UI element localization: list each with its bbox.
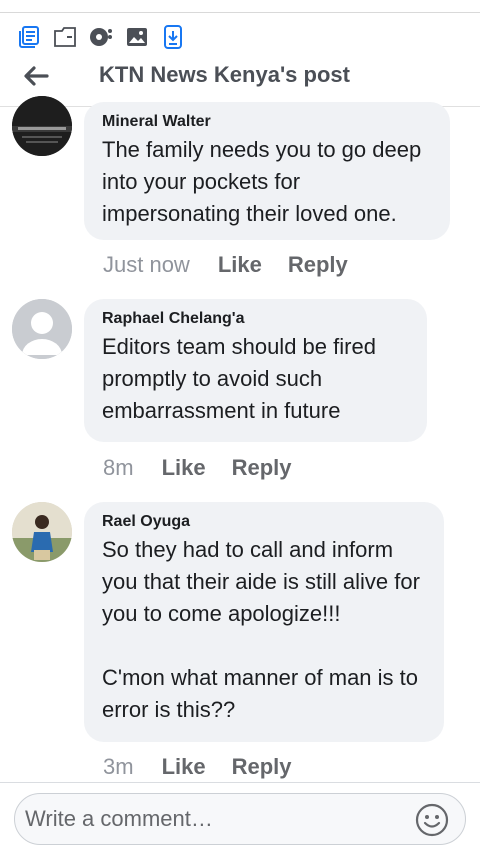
back-button[interactable] <box>16 60 56 92</box>
avatar[interactable] <box>12 96 72 156</box>
reply-button[interactable]: Reply <box>232 754 292 779</box>
comment-input-placeholder: Write a comment… <box>25 806 213 831</box>
comment-composer: Write a comment… <box>0 782 480 855</box>
comment-text: So they had to call and inform you that … <box>102 537 420 722</box>
comment-text: Editors team should be fired promptly to… <box>102 334 376 423</box>
comment-bubble: Mineral Walter The family needs you to g… <box>84 102 450 240</box>
download-icon[interactable] <box>161 25 185 49</box>
like-button[interactable]: Like <box>218 252 262 277</box>
comment-timestamp: 8m <box>103 455 134 480</box>
reply-button[interactable]: Reply <box>232 455 292 480</box>
comment-bubble: Raphael Chelang'a Editors team should be… <box>84 299 427 442</box>
comment-meta: 3m Like Reply <box>103 753 318 781</box>
like-button[interactable]: Like <box>162 754 206 779</box>
comment-text: The family needs you to go deep into you… <box>102 137 422 226</box>
folder-icon[interactable] <box>53 25 77 49</box>
comment-author[interactable]: Mineral Walter <box>102 112 432 132</box>
photo-icon[interactable] <box>125 25 149 49</box>
news-feed-icon[interactable] <box>17 25 41 49</box>
page-title: KTN News Kenya's post <box>99 62 350 87</box>
post-header: KTN News Kenya's post <box>0 56 480 107</box>
comment-bubble: Rael Oyuga So they had to call and infor… <box>84 502 444 742</box>
comment-timestamp: Just now <box>103 252 190 277</box>
like-button[interactable]: Like <box>162 455 206 480</box>
default-avatar-icon <box>12 299 72 359</box>
comment-meta: 8m Like Reply <box>103 454 318 482</box>
browser-toolbar <box>0 12 480 61</box>
avatar[interactable] <box>12 502 72 562</box>
comment-input[interactable]: Write a comment… <box>14 793 466 845</box>
comment-author[interactable]: Rael Oyuga <box>102 512 426 532</box>
avatar[interactable] <box>12 299 72 359</box>
location-icon[interactable] <box>89 25 113 49</box>
status-bar <box>0 0 480 12</box>
reply-button[interactable]: Reply <box>288 252 348 277</box>
comment-timestamp: 3m <box>103 754 134 779</box>
emoji-icon[interactable] <box>415 803 449 837</box>
comment-meta: Just now Like Reply <box>103 251 374 279</box>
back-arrow-icon <box>24 66 49 86</box>
comment-author[interactable]: Raphael Chelang'a <box>102 309 409 329</box>
